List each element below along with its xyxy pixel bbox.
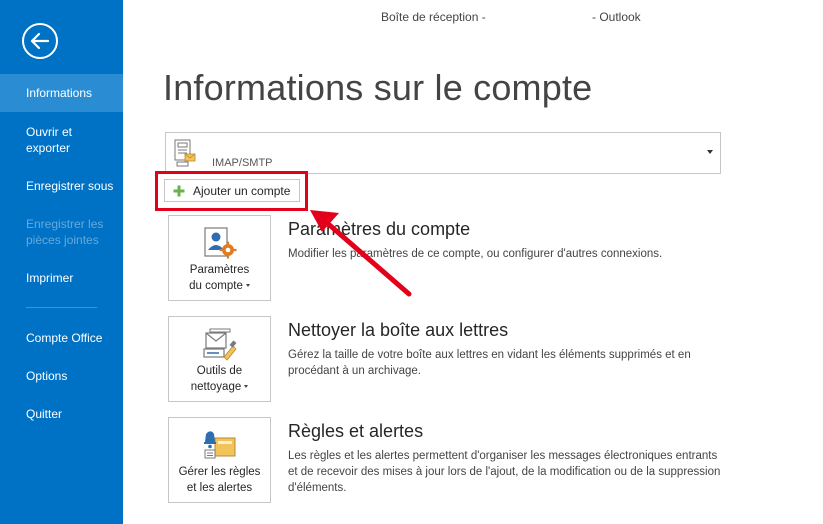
account-type-label: IMAP/SMTP — [212, 157, 273, 169]
back-button[interactable] — [22, 23, 58, 59]
chevron-down-icon — [245, 284, 250, 288]
section-desc-rules-alerts: Les règles et les alertes permettent d'o… — [288, 450, 721, 494]
window-title-app: - Outlook — [592, 10, 641, 24]
add-account-label: Ajouter un compte — [193, 184, 291, 198]
tile-label-line2: du compte — [189, 280, 243, 292]
plus-icon — [173, 185, 185, 197]
chevron-down-icon — [707, 150, 713, 154]
rules-alerts-icon — [204, 431, 236, 459]
sidebar-item-informations[interactable]: Informations — [0, 74, 123, 112]
section-title-account-settings: Paramètres du compte — [288, 219, 471, 239]
sidebar-item-enregistrer-sous[interactable]: Enregistrer sous — [0, 178, 123, 194]
sidebar-divider — [26, 307, 97, 308]
section-title-rules-alerts: Règles et alertes — [288, 421, 424, 441]
section-title-cleanup: Nettoyer la boîte aux lettres — [288, 320, 509, 340]
page-title: Informations sur le compte — [163, 67, 593, 108]
tile-label-line1: Outils de — [196, 365, 243, 377]
backstage-sidebar: Informations Ouvrir et exporter Enregist… — [0, 0, 123, 524]
sidebar-item-enregistrer-pieces-jointes: Enregistrer les pièces jointes — [0, 216, 123, 248]
add-account-button[interactable]: Ajouter un compte — [164, 179, 300, 202]
tile-label-line1: Gérer les règles — [178, 466, 261, 478]
sidebar-item-imprimer[interactable]: Imprimer — [0, 270, 123, 286]
account-selector[interactable]: IMAP/SMTP — [165, 132, 721, 174]
sidebar-item-quitter[interactable]: Quitter — [0, 406, 123, 422]
account-settings-tile[interactable]: Paramètres du compte — [168, 215, 271, 301]
cleanup-tools-icon — [203, 328, 237, 361]
tile-label: Outils de nettoyage — [169, 363, 270, 395]
sidebar-item-label: Enregistrer les pièces jointes — [26, 217, 104, 247]
rules-alerts-tile[interactable]: Gérer les règles et les alertes — [168, 417, 271, 503]
sidebar-item-options[interactable]: Options — [0, 368, 123, 384]
sidebar-item-compte-office[interactable]: Compte Office — [0, 330, 123, 346]
tile-label: Paramètres du compte — [169, 262, 270, 294]
cleanup-tools-tile[interactable]: Outils de nettoyage — [168, 316, 271, 402]
tile-label-line2: et les alertes — [186, 482, 253, 494]
tile-label-line1: Paramètres — [189, 264, 250, 276]
account-settings-icon — [204, 227, 237, 259]
section-desc-account-settings: Modifier les paramètres de ce compte, ou… — [288, 248, 663, 260]
chevron-down-icon — [244, 385, 249, 389]
window-title-folder: Boîte de réception - — [381, 10, 486, 24]
sidebar-item-label: Ouvrir et exporter — [26, 125, 73, 155]
tile-label-line2: nettoyage — [190, 381, 242, 393]
account-card-icon — [174, 139, 196, 167]
section-desc-cleanup: Gérez la taille de votre boîte aux lettr… — [288, 349, 691, 377]
sidebar-item-ouvrir-exporter[interactable]: Ouvrir et exporter — [0, 124, 123, 156]
back-arrow-icon — [30, 32, 50, 50]
tile-label: Gérer les règles et les alertes — [169, 464, 270, 496]
